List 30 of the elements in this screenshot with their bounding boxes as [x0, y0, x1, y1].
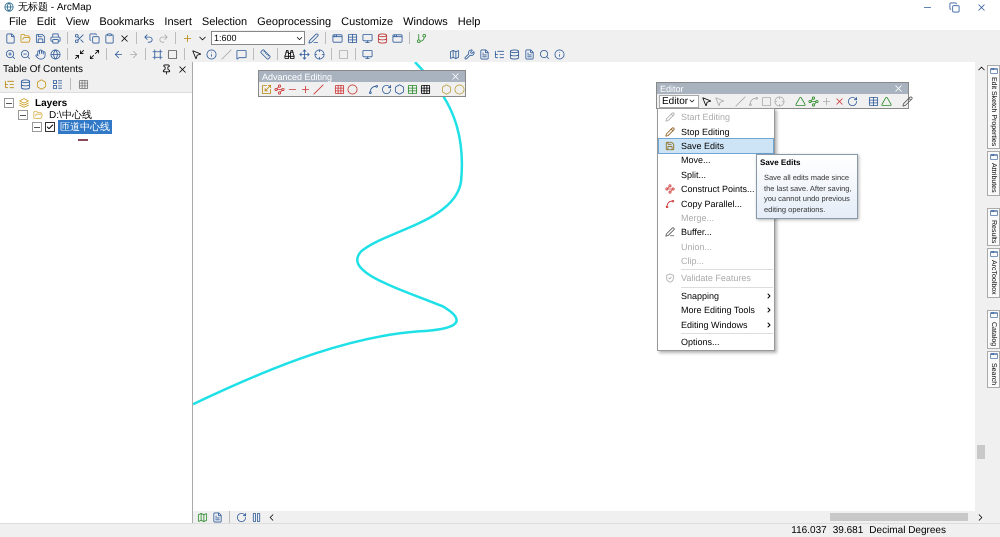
menu-item[interactable]: Help — [452, 16, 486, 28]
menu-item[interactable]: Editing Windows — [659, 317, 773, 332]
menu-item[interactable]: Bookmarks — [94, 16, 160, 28]
y-coordinate: 39.681 — [832, 525, 864, 536]
menu-item[interactable]: Edit — [32, 16, 61, 28]
menu-item[interactable]: Buffer... — [659, 225, 773, 240]
layer-label[interactable]: D:\中心线 — [47, 108, 94, 122]
menu-item[interactable]: Selection — [196, 16, 252, 28]
layer-label[interactable]: Layers — [33, 98, 70, 108]
menu-item[interactable]: File — [4, 16, 32, 28]
x-coordinate: 116.037 — [791, 525, 827, 536]
toolbar-title: Advanced Editing — [262, 72, 332, 82]
menu-item[interactable]: Customize — [336, 16, 398, 28]
toolbar-title: Editor — [660, 84, 684, 94]
menu-item[interactable]: More Editing Tools — [659, 303, 773, 318]
scale-field[interactable]: 1:600 — [211, 31, 305, 45]
layer-label[interactable]: 匝道中心线 — [58, 120, 112, 134]
window-title: 无标题 - ArcMap — [18, 0, 92, 14]
tooltip-title: Save Edits — [760, 158, 802, 167]
menu-item[interactable]: Windows — [398, 16, 453, 28]
editor-menu-button[interactable]: Editor — [659, 94, 700, 108]
menu-item[interactable]: Insert — [159, 16, 197, 28]
menu-item[interactable]: Snapping — [659, 288, 773, 304]
menu-item[interactable]: Save Edits — [659, 138, 773, 154]
menu-item[interactable]: Options... — [659, 334, 773, 350]
menu-item[interactable]: Stop Editing — [659, 124, 773, 139]
panel-title: Table Of Contents — [3, 64, 84, 74]
coordinate-units: Decimal Degrees — [869, 525, 946, 536]
menu-item[interactable]: View — [60, 16, 94, 28]
menu-item[interactable]: Geoprocessing — [252, 16, 336, 28]
